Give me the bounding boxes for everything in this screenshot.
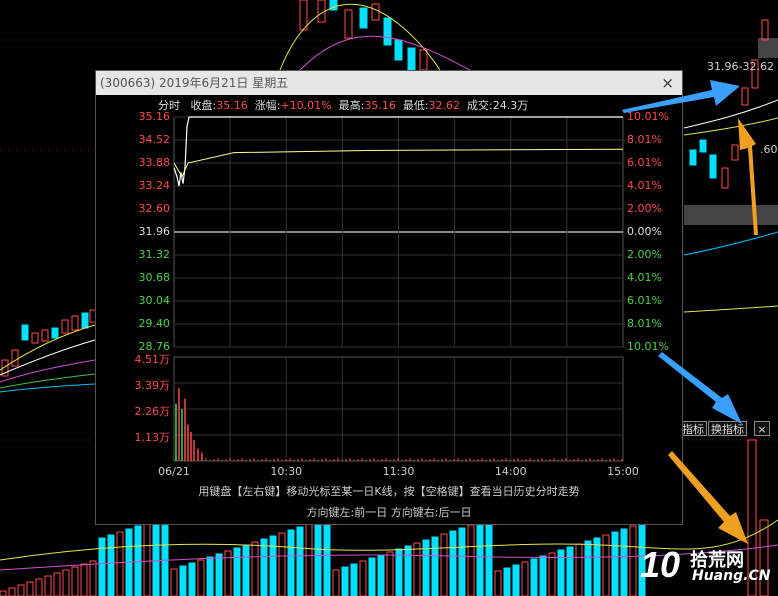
watermark-en: Huang.CN <box>692 568 771 584</box>
blue-arrow-lower-icon <box>658 352 742 424</box>
blue-arrow-icon <box>622 80 740 113</box>
orange-arrow-icon <box>738 118 758 235</box>
orange-arrow-lower-icon <box>668 451 748 544</box>
watermark-logo: 10 拾荒网 Huang.CN <box>640 544 771 590</box>
annotation-arrows <box>622 80 758 544</box>
watermark-number: 10 <box>640 544 681 585</box>
